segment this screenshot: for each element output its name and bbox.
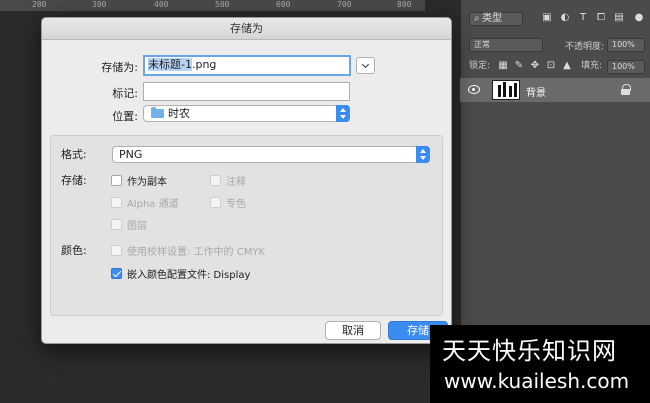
save-as-dialog: 存储为 存储为: 未标题-1.png 标记: 位置: 时农 格式: PNG 存储… xyxy=(41,17,452,344)
layer-lock-icon xyxy=(621,84,631,95)
layers-label: 图层 xyxy=(127,221,147,232)
filename-input[interactable]: 未标题-1.png xyxy=(143,55,351,76)
spot-colors-label: 专色 xyxy=(226,199,246,210)
ruler-tick: 300 xyxy=(92,0,107,9)
pixel-filter-icon[interactable]: ▣ xyxy=(541,12,553,24)
ruler-tick: 500 xyxy=(215,0,230,9)
as-copy-label: 作为副本 xyxy=(127,177,167,188)
layer-kind-filter[interactable]: ⌕ 类型 xyxy=(469,12,523,26)
folder-icon xyxy=(151,107,164,118)
filename-extension: .png xyxy=(191,58,217,71)
layers-checkbox[interactable] xyxy=(111,219,122,230)
watermark-url: www.kuailesh.com xyxy=(444,369,630,393)
ruler-tick: 700 xyxy=(337,0,352,9)
lock-transparent-icon[interactable]: ▦ xyxy=(497,60,509,72)
tags-input[interactable] xyxy=(143,82,350,101)
layers-filter-row: ⌕ 类型 ▣ ◐ T ⧠ ▤ ● xyxy=(461,8,650,30)
save-section-label: 存储: xyxy=(61,174,87,187)
fill-label: 填充: xyxy=(581,61,603,71)
layer-thumbnail xyxy=(492,80,520,100)
location-value: 时农 xyxy=(168,107,190,120)
popup-arrows-icon xyxy=(336,105,350,122)
lock-artboard-icon[interactable]: ⊡ xyxy=(545,60,557,72)
alpha-channels-label: Alpha 通道 xyxy=(127,199,179,210)
spot-colors-checkbox[interactable] xyxy=(210,197,221,208)
type-filter-icon[interactable]: T xyxy=(577,12,589,24)
blend-mode-select[interactable]: 正常 xyxy=(469,38,543,52)
layer-row-background[interactable]: 背景 xyxy=(460,78,650,102)
shape-filter-icon[interactable]: ⧠ xyxy=(595,12,607,24)
watermark: 天天快乐知识网 www.kuailesh.com xyxy=(430,325,650,403)
opacity-label: 不透明度: xyxy=(565,42,605,52)
location-label: 位置: xyxy=(112,110,138,123)
popup-arrows-icon xyxy=(416,146,430,163)
adjustment-filter-icon[interactable]: ◐ xyxy=(559,12,571,24)
format-popup[interactable]: PNG xyxy=(112,146,430,163)
smart-object-filter-icon[interactable]: ▤ xyxy=(613,12,625,24)
lock-all-icon[interactable]: ▲ xyxy=(561,60,573,72)
opacity-field[interactable]: 100% xyxy=(607,38,645,52)
location-popup[interactable]: 时农 xyxy=(143,105,350,122)
blend-row: 正常 不透明度: 100% xyxy=(461,34,650,56)
notes-label: 注释 xyxy=(226,177,246,188)
use-proof-setup-label: 使用校样设置: 工作中的 CMYK xyxy=(127,247,266,258)
lock-row: 锁定: ▦ ✎ ✥ ⊡ ▲ 填充: 100% xyxy=(461,56,650,78)
embed-profile-checkbox[interactable] xyxy=(111,268,122,279)
embed-profile-label: 嵌入颜色配置文件: Display xyxy=(127,270,251,281)
ruler-tick: 200 xyxy=(32,0,47,9)
ruler-tick: 400 xyxy=(154,0,169,9)
use-proof-setup-checkbox[interactable] xyxy=(111,245,122,256)
watermark-title: 天天快乐知识网 xyxy=(442,337,617,365)
tags-label: 标记: xyxy=(112,87,138,100)
ruler-tick: 800 xyxy=(397,0,412,9)
lock-position-icon[interactable]: ✥ xyxy=(529,60,541,72)
color-section-label: 颜色: xyxy=(61,244,87,257)
lock-label: 锁定: xyxy=(469,61,491,71)
layer-kind-label: 类型 xyxy=(482,13,503,24)
lock-paint-icon[interactable]: ✎ xyxy=(513,60,525,72)
notes-checkbox[interactable] xyxy=(210,175,221,186)
save-options-box: 格式: PNG 存储: 作为副本 注释 Alpha 通道 专色 图层 颜色: 使… xyxy=(50,135,443,316)
visibility-eye-icon[interactable] xyxy=(468,85,480,94)
chevron-down-icon xyxy=(361,60,370,69)
ruler-tick: 600 xyxy=(276,0,291,9)
expand-dialog-button[interactable] xyxy=(356,57,375,74)
dialog-title: 存储为 xyxy=(42,18,451,40)
alpha-channels-checkbox[interactable] xyxy=(111,197,122,208)
format-label: 格式: xyxy=(61,148,87,161)
as-copy-checkbox[interactable] xyxy=(111,175,122,186)
filename-selected-text: 未标题-1 xyxy=(148,58,192,71)
format-value: PNG xyxy=(119,148,143,161)
filter-toggle-icon[interactable]: ● xyxy=(633,12,645,24)
horizontal-ruler: 200 300 400 500 600 700 800 xyxy=(0,0,425,12)
layer-name: 背景 xyxy=(526,88,546,99)
cancel-button[interactable]: 取消 xyxy=(325,321,381,340)
fill-field[interactable]: 100% xyxy=(607,60,645,74)
search-icon: ⌕ xyxy=(474,13,480,24)
save-as-label: 存储为: xyxy=(101,61,138,74)
